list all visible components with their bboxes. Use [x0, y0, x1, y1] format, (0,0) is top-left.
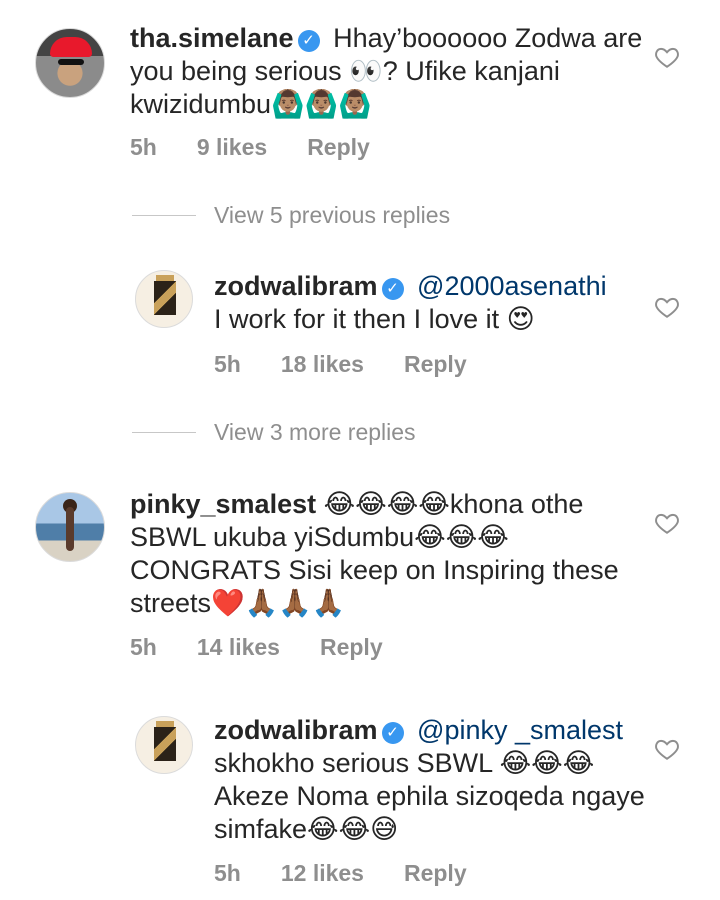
- view-previous-replies-label: View 5 previous replies: [214, 202, 451, 228]
- mention-link[interactable]: @2000asenathi: [417, 271, 607, 301]
- hat-shape: [50, 37, 92, 57]
- avatar[interactable]: [135, 270, 193, 328]
- likes-count[interactable]: 18 likes: [281, 351, 364, 378]
- comment-meta: 5h 12 likes Reply: [214, 860, 467, 887]
- comment-meta: 5h 18 likes Reply: [214, 351, 467, 378]
- comment-meta: 5h 9 likes Reply: [130, 134, 370, 161]
- view-more-replies-label: View 3 more replies: [214, 419, 416, 445]
- likes-count[interactable]: 9 likes: [197, 134, 267, 161]
- heart-outline-icon[interactable]: [654, 294, 680, 320]
- username[interactable]: zodwalibram: [214, 715, 378, 745]
- comment-body: pinky_smalest 😂😂😂😂khona othe SBWL ukuba …: [130, 488, 630, 620]
- avatar[interactable]: [35, 28, 105, 98]
- verified-badge-icon: ✓: [297, 30, 320, 52]
- comment-text: skhokho serious SBWL 😂😂😂 Akeze Noma ephi…: [214, 748, 645, 844]
- product-box-shape: [154, 727, 176, 761]
- divider-line: [132, 215, 196, 216]
- likes-count[interactable]: 12 likes: [281, 860, 364, 887]
- timestamp: 5h: [214, 860, 241, 886]
- reply-button[interactable]: Reply: [320, 634, 383, 661]
- username[interactable]: tha.simelane: [130, 23, 294, 53]
- timestamp: 5h: [130, 634, 157, 660]
- comment-body: zodwalibram ✓ @pinky _smalest skhokho ser…: [214, 714, 654, 846]
- verified-badge-icon: ✓: [381, 278, 404, 300]
- avatar[interactable]: [135, 716, 193, 774]
- timestamp: 5h: [214, 351, 241, 377]
- divider-line: [132, 432, 196, 433]
- reply-button[interactable]: Reply: [404, 860, 467, 887]
- likes-count[interactable]: 14 likes: [197, 634, 280, 661]
- heart-outline-icon[interactable]: [654, 736, 680, 762]
- reply-button[interactable]: Reply: [307, 134, 370, 161]
- view-more-replies[interactable]: View 3 more replies: [132, 419, 416, 446]
- heart-outline-icon[interactable]: [654, 44, 680, 70]
- comment-text: I work for it then I love it 😍: [214, 304, 535, 334]
- comment-body: tha.simelane ✓ Hhay’boooooo Zodwa are you…: [130, 22, 650, 121]
- mention-link[interactable]: @pinky _smalest: [417, 715, 623, 745]
- heart-outline-icon[interactable]: [654, 510, 680, 536]
- username[interactable]: zodwalibram: [214, 271, 378, 301]
- product-box-shape: [154, 281, 176, 315]
- verified-badge-icon: ✓: [381, 722, 404, 744]
- glasses-shape: [58, 59, 84, 65]
- reply-button[interactable]: Reply: [404, 351, 467, 378]
- figure-body-shape: [66, 507, 74, 551]
- username[interactable]: pinky_smalest: [130, 489, 316, 519]
- avatar[interactable]: [35, 492, 105, 562]
- comment-meta: 5h 14 likes Reply: [130, 634, 383, 661]
- view-previous-replies[interactable]: View 5 previous replies: [132, 202, 450, 229]
- comment-body: zodwalibram ✓ @2000asenathi I work for it…: [214, 270, 654, 336]
- timestamp: 5h: [130, 134, 157, 160]
